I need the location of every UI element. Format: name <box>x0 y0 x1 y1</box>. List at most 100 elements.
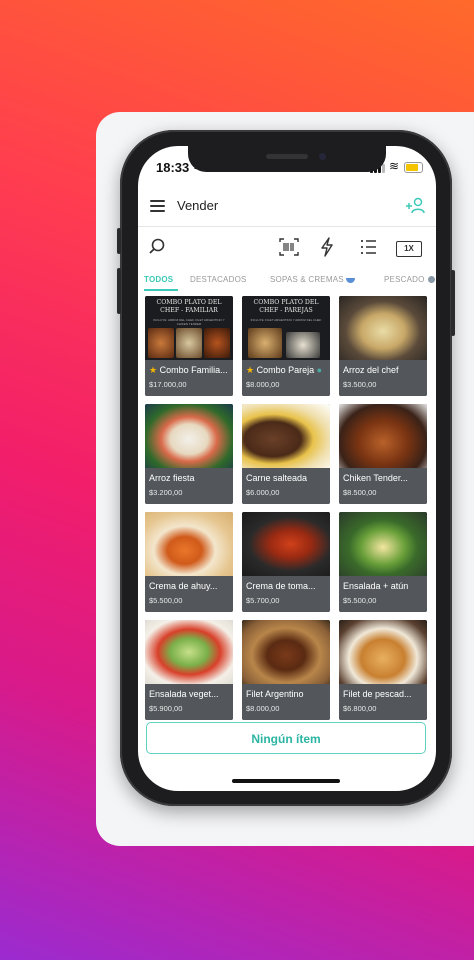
divider <box>138 226 436 227</box>
product-price: $5.900,00 <box>149 704 183 713</box>
poster-title: COMBO PLATO DEL CHEF - PAREJAS <box>253 299 319 314</box>
product-name: Chiken Tender... <box>343 473 408 483</box>
app-screen: 18:33 ♟ ≋ Vender <box>138 146 436 791</box>
page-title: Vender <box>177 198 219 213</box>
product-image <box>242 404 330 468</box>
product-price: $5.700,00 <box>246 596 280 605</box>
product-caption: ★ Combo Familia... $17.000,00 <box>145 360 233 396</box>
product-name: ★ Combo Familia... <box>149 365 228 375</box>
product-image <box>242 620 330 684</box>
tab-sopas-cremas[interactable]: SOPAS & CREMAS <box>270 275 356 284</box>
poster-title: COMBO PLATO DEL CHEF - FAMILIAR <box>156 299 222 314</box>
product-tile[interactable]: Arroz del chef $3.500,00 <box>339 296 427 396</box>
product-name: Crema de ahuy... <box>149 581 218 591</box>
product-caption: Arroz fiesta $3.200,00 <box>145 468 233 504</box>
phone-notch <box>188 146 386 172</box>
product-tile[interactable]: Ensalada + atún $5.500,00 <box>339 512 427 612</box>
product-price: $3.500,00 <box>343 380 377 389</box>
product-name: Arroz del chef <box>343 365 399 375</box>
camera <box>319 153 326 160</box>
product-name: Arroz fiesta <box>149 473 195 483</box>
product-caption: Filet de pescad... $6.800,00 <box>339 684 427 720</box>
product-name: Crema de toma... <box>246 581 316 591</box>
phone-side-button <box>117 268 121 314</box>
product-price: $8.500,00 <box>343 488 377 497</box>
product-caption: Filet Argentino $8.000,00 <box>242 684 330 720</box>
product-name: Carne salteada <box>246 473 308 483</box>
bowl-icon <box>346 278 356 284</box>
product-price: $3.200,00 <box>149 488 183 497</box>
product-tile[interactable]: Crema de toma... $5.700,00 <box>242 512 330 612</box>
product-caption: Crema de toma... $5.700,00 <box>242 576 330 612</box>
poster-subtitle: INCLUYE: FILET ARGENTINO Y ARROZ DEL CHE… <box>250 318 322 322</box>
bowl-icon: ● <box>316 365 323 375</box>
app-bar: Vender <box>138 190 436 224</box>
star-icon: ★ <box>149 365 158 375</box>
search-icon[interactable] <box>148 236 168 258</box>
battery-icon <box>404 162 423 173</box>
product-tile[interactable]: Chiken Tender... $8.500,00 <box>339 404 427 504</box>
product-image <box>339 404 427 468</box>
product-price: $8.000,00 <box>246 704 280 713</box>
product-image <box>339 620 427 684</box>
tab-pescado[interactable]: PESCADO <box>384 275 436 284</box>
speaker <box>266 154 308 159</box>
tab-label: PESCADO <box>384 275 425 284</box>
product-name: ★ Combo Pareja ● <box>246 365 323 375</box>
product-caption: Arroz del chef $3.500,00 <box>339 360 427 396</box>
product-image <box>339 296 427 360</box>
product-name: Ensalada + atún <box>343 581 409 591</box>
tab-destacados[interactable]: DESTACADOS <box>190 275 247 284</box>
product-image: COMBO PLATO DEL CHEF - PAREJAS INCLUYE: … <box>242 296 330 360</box>
phone-side-button <box>451 270 455 336</box>
quantity-button[interactable]: 1X <box>396 241 422 257</box>
tab-label: SOPAS & CREMAS <box>270 275 344 284</box>
category-tabs: TODOS DESTACADOS SOPAS & CREMAS PESCADO <box>138 270 436 292</box>
tab-todos[interactable]: TODOS <box>144 275 173 284</box>
product-caption: Ensalada + atún $5.500,00 <box>339 576 427 612</box>
product-name: Filet de pescad... <box>343 689 412 699</box>
product-tile[interactable]: Ensalada veget... $5.900,00 <box>145 620 233 720</box>
product-price: $8.000,00 <box>246 380 280 389</box>
product-image <box>145 404 233 468</box>
product-tile[interactable]: Filet Argentino $8.000,00 <box>242 620 330 720</box>
product-caption: Chiken Tender... $8.500,00 <box>339 468 427 504</box>
product-price: $6.800,00 <box>343 704 377 713</box>
product-price: $5.500,00 <box>343 596 377 605</box>
product-image <box>339 512 427 576</box>
product-image <box>145 620 233 684</box>
home-indicator[interactable] <box>232 779 340 783</box>
add-user-icon[interactable] <box>404 195 426 217</box>
product-tile[interactable]: Crema de ahuy... $5.500,00 <box>145 512 233 612</box>
barcode-icon[interactable] <box>278 236 300 258</box>
phone-side-button <box>117 228 121 254</box>
menu-icon[interactable] <box>150 200 165 212</box>
product-caption: Crema de ahuy... $5.500,00 <box>145 576 233 612</box>
active-tab-indicator <box>144 289 178 291</box>
product-tile[interactable]: COMBO PLATO DEL CHEF - FAMILIAR INCLUYE:… <box>145 296 233 396</box>
toolbar: 1X <box>138 230 436 264</box>
product-name: Ensalada veget... <box>149 689 219 699</box>
poster-subtitle: INCLUYE: ARROZ DEL CHEF, FILET ARGENTINO… <box>153 318 225 326</box>
status-time: 18:33 <box>156 160 190 175</box>
product-image <box>242 512 330 576</box>
product-name: Filet Argentino <box>246 689 304 699</box>
wifi-icon: ≋ <box>389 159 400 173</box>
bolt-icon[interactable] <box>318 236 336 258</box>
product-price: $6.000,00 <box>246 488 280 497</box>
product-tile[interactable]: Carne salteada $6.000,00 <box>242 404 330 504</box>
star-icon: ★ <box>246 365 255 375</box>
product-caption: Carne salteada $6.000,00 <box>242 468 330 504</box>
product-tile[interactable]: COMBO PLATO DEL CHEF - PAREJAS INCLUYE: … <box>242 296 330 396</box>
product-image: COMBO PLATO DEL CHEF - FAMILIAR INCLUYE:… <box>145 296 233 360</box>
product-tile[interactable]: Arroz fiesta $3.200,00 <box>145 404 233 504</box>
product-tile[interactable]: Filet de pescad... $6.800,00 <box>339 620 427 720</box>
fish-icon <box>427 276 435 284</box>
cart-button[interactable]: Ningún ítem <box>146 722 426 754</box>
product-image <box>145 512 233 576</box>
product-caption: Ensalada veget... $5.900,00 <box>145 684 233 720</box>
product-caption: ★ Combo Pareja ● $8.000,00 <box>242 360 330 396</box>
product-price: $5.500,00 <box>149 596 183 605</box>
product-price: $17.000,00 <box>149 380 187 389</box>
list-icon[interactable] <box>358 236 378 258</box>
